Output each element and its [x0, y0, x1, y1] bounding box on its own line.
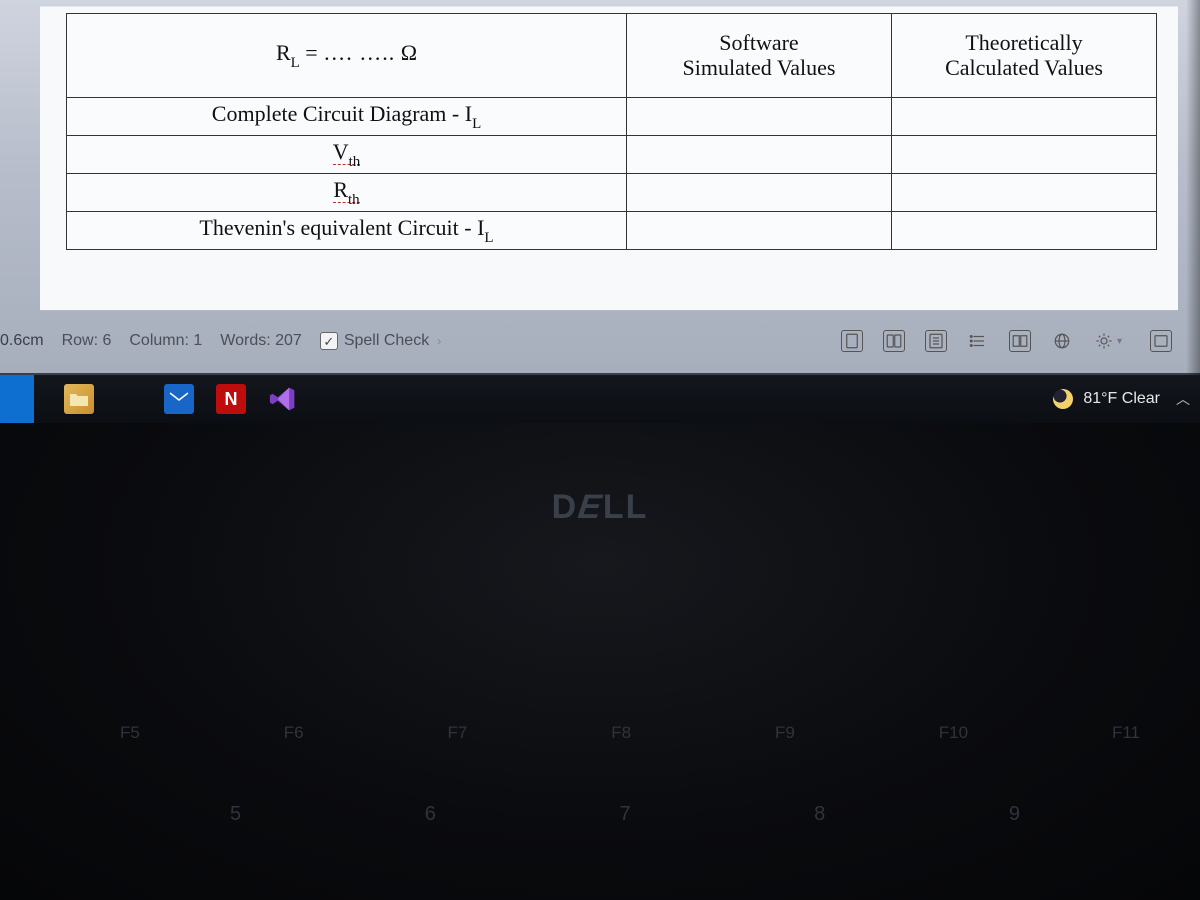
brightness-icon: [1093, 330, 1115, 352]
text-rl: RL = …. ….. Ω: [276, 40, 417, 65]
spell-check-toggle[interactable]: ✓ Spell Check ›: [320, 332, 441, 350]
visual-studio-icon[interactable]: [268, 384, 298, 414]
multi-page-view-icon[interactable]: [883, 330, 905, 352]
book-view-icon[interactable]: [1009, 330, 1031, 352]
key-8: 8: [814, 803, 825, 826]
file-explorer-icon[interactable]: [64, 384, 94, 414]
weather-moon-icon[interactable]: [1053, 389, 1073, 409]
document-window: RL = …. ….. Ω Software Simulated Values …: [0, 0, 1200, 375]
bezel: [1186, 0, 1200, 375]
list-view-icon[interactable]: [967, 330, 989, 352]
tray-expand-icon[interactable]: ︿: [1176, 389, 1190, 409]
status-words[interactable]: Words: 207: [220, 332, 302, 350]
checkbox-icon: ✓: [320, 332, 338, 350]
status-measure[interactable]: 0.6cm: [0, 332, 44, 350]
key-f6: F6: [284, 723, 304, 743]
header-software-l1: Software: [633, 31, 885, 55]
laptop-body: DELL F5 F6 F7 F8 F9 F10 F11 5 6 7 8 9: [0, 423, 1200, 900]
web-view-icon[interactable]: [1051, 330, 1073, 352]
cell-r3-c3[interactable]: [892, 174, 1157, 212]
cell-r4-c2[interactable]: [627, 212, 892, 250]
key-7: 7: [619, 803, 630, 826]
header-software[interactable]: Software Simulated Values: [627, 14, 892, 98]
header-rl[interactable]: RL = …. ….. Ω: [67, 14, 627, 98]
cell-r2-c3[interactable]: [892, 136, 1157, 174]
cell-r3-c2[interactable]: [627, 174, 892, 212]
key-f7: F7: [448, 723, 468, 743]
status-bar: 0.6cm Row: 6 Column: 1 Words: 207 ✓ Spel…: [0, 319, 1188, 363]
row-vth[interactable]: Vth: [67, 136, 627, 174]
cell-r1-c3[interactable]: [892, 98, 1157, 136]
page-layout-icon[interactable]: [925, 330, 947, 352]
cell-r1-c2[interactable]: [627, 98, 892, 136]
status-row[interactable]: Row: 6: [62, 332, 112, 350]
app-n-icon[interactable]: N: [216, 384, 246, 414]
header-software-l2: Simulated Values: [633, 56, 885, 80]
fullscreen-icon[interactable]: [1150, 330, 1172, 352]
key-5: 5: [230, 803, 241, 826]
taskbar-active-app-indicator[interactable]: [0, 375, 34, 423]
dell-logo: DELL: [552, 488, 649, 527]
results-table[interactable]: RL = …. ….. Ω Software Simulated Values …: [66, 13, 1157, 250]
key-9: 9: [1009, 803, 1020, 826]
cell-r4-c3[interactable]: [892, 212, 1157, 250]
header-theoretical-l1: Theoretically: [898, 31, 1150, 55]
header-theoretical-l2: Calculated Values: [898, 56, 1150, 80]
key-f9: F9: [775, 723, 795, 743]
row-rth[interactable]: Rth: [67, 174, 627, 212]
key-6: 6: [425, 803, 436, 826]
key-f8: F8: [611, 723, 631, 743]
mail-icon[interactable]: [164, 384, 194, 414]
header-theoretical[interactable]: Theoretically Calculated Values: [892, 14, 1157, 98]
fn-key-row: F5 F6 F7 F8 F9 F10 F11: [120, 723, 1140, 743]
weather-text[interactable]: 81°F Clear: [1083, 390, 1160, 408]
key-f10: F10: [939, 723, 968, 743]
single-page-view-icon[interactable]: [841, 330, 863, 352]
microsoft-store-icon[interactable]: [116, 386, 142, 412]
status-column[interactable]: Column: 1: [129, 332, 202, 350]
chevron-down-icon: ▾: [1117, 336, 1122, 347]
document-canvas[interactable]: RL = …. ….. Ω Software Simulated Values …: [40, 6, 1178, 311]
cell-r2-c2[interactable]: [627, 136, 892, 174]
windows-taskbar[interactable]: N 81°F Clear ︿: [0, 375, 1200, 423]
row-complete-diagram[interactable]: Complete Circuit Diagram - IL: [67, 98, 627, 136]
num-key-row: 5 6 7 8 9: [230, 803, 1020, 826]
key-f11: F11: [1112, 723, 1140, 743]
brightness-control[interactable]: ▾: [1093, 330, 1122, 352]
chevron-right-icon: ›: [437, 334, 441, 348]
key-f5: F5: [120, 723, 140, 743]
row-thevenin[interactable]: Thevenin's equivalent Circuit - IL: [67, 212, 627, 250]
